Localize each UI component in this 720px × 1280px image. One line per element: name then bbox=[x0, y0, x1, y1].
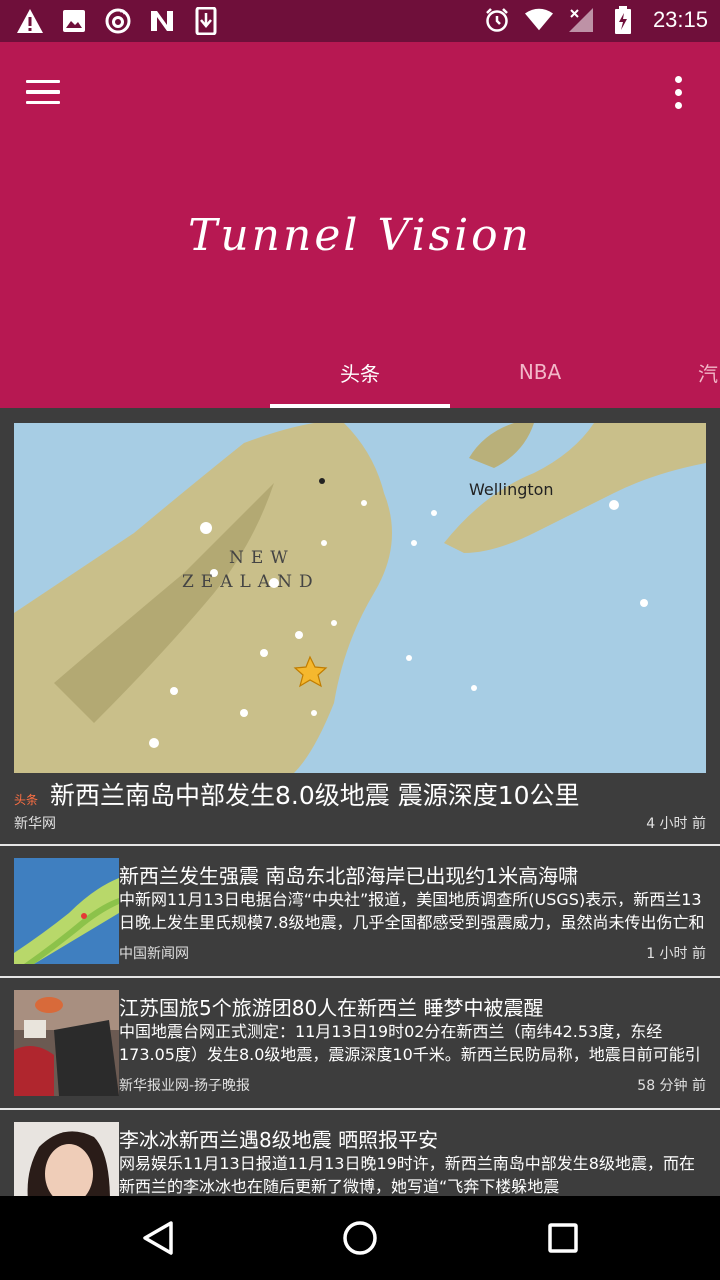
status-bar: 23:15 bbox=[0, 0, 720, 42]
item-title[interactable]: 李冰冰新西兰遇8级地震 晒照报平安 bbox=[119, 1124, 709, 1153]
overflow-menu-icon[interactable] bbox=[658, 70, 698, 114]
top-story-source: 新华网 bbox=[14, 816, 56, 832]
notification-icons bbox=[16, 7, 220, 35]
alarm-icon bbox=[483, 6, 511, 34]
wifi-icon bbox=[524, 6, 553, 34]
recents-icon[interactable] bbox=[541, 1216, 585, 1260]
item-time: 1 小时 前 bbox=[646, 946, 706, 962]
tab-headlines[interactable]: 头条 bbox=[270, 336, 450, 408]
tab-nba[interactable]: NBA bbox=[450, 336, 630, 408]
item-summary: 网易娱乐11月13日报道11月13日晚19时许，新西兰南岛中部发生8级地震，而在… bbox=[119, 1154, 695, 1196]
signal-icon bbox=[567, 6, 595, 34]
top-story-title[interactable]: 新西兰南岛中部发生8.0级地震 震源深度10公里 bbox=[50, 776, 580, 812]
news-feed[interactable]: NEW ZEALAND Wellington 头条 新西兰南岛中部发生8.0级地… bbox=[0, 408, 720, 1196]
category-tabs: 头条 NBA 汽 bbox=[0, 336, 720, 408]
item-thumbnail-map bbox=[14, 858, 119, 964]
item-summary: 中国地震台网正式测定：11月13日19时02分在新西兰（南纬42.53度，东经1… bbox=[119, 1022, 701, 1064]
system-icons: 23:15 bbox=[483, 6, 708, 34]
item-source: 新华报业网-扬子晚报 bbox=[119, 1078, 251, 1094]
earthquake-map-image: NEW ZEALAND Wellington bbox=[14, 423, 706, 773]
item-time: 58 分钟 前 bbox=[637, 1078, 706, 1094]
list-item[interactable]: 江苏国旅5个旅游团80人在新西兰 睡梦中被震醒 中国地震台网正式测定：11月13… bbox=[0, 978, 720, 1108]
battery-charging-icon bbox=[609, 6, 637, 34]
app-brand: Tunnel Vision bbox=[187, 210, 532, 261]
app-bar: Tunnel Vision 头条 NBA 汽 bbox=[0, 42, 720, 408]
tab-auto[interactable]: 汽 bbox=[630, 336, 720, 408]
headline-tag: 头条 bbox=[14, 793, 39, 807]
list-item[interactable]: 李冰冰新西兰遇8级地震 晒照报平安 网易娱乐11月13日报道11月13日晚19时… bbox=[0, 1110, 720, 1196]
back-icon[interactable] bbox=[136, 1216, 180, 1260]
item-thumbnail-photo bbox=[14, 990, 119, 1096]
image-icon bbox=[60, 7, 88, 35]
item-summary: 中新网11月13日电据台湾“中央社”报道，美国地质调查所(USGS)表示，新西兰… bbox=[119, 890, 705, 932]
clock: 23:15 bbox=[652, 7, 708, 32]
download-icon bbox=[192, 7, 220, 35]
item-source: 中国新闻网 bbox=[119, 946, 189, 962]
list-item[interactable]: 新西兰发生强震 南岛东北部海岸已出现约1米高海啸 中新网11月13日电据台湾“中… bbox=[0, 846, 720, 976]
netease-music-icon bbox=[104, 7, 132, 35]
system-nav-bar bbox=[0, 1196, 720, 1280]
news-app-icon bbox=[148, 7, 176, 35]
item-title[interactable]: 江苏国旅5个旅游团80人在新西兰 睡梦中被震醒 bbox=[119, 992, 709, 1021]
home-icon[interactable] bbox=[338, 1216, 382, 1260]
svg-text:NEW: NEW bbox=[229, 548, 295, 568]
svg-text:Wellington: Wellington bbox=[469, 480, 554, 499]
item-title[interactable]: 新西兰发生强震 南岛东北部海岸已出现约1米高海啸 bbox=[119, 860, 709, 889]
top-story-card[interactable]: NEW ZEALAND Wellington 头条 新西兰南岛中部发生8.0级地… bbox=[0, 408, 720, 844]
warning-icon bbox=[16, 7, 44, 35]
top-story-time: 4 小时 前 bbox=[646, 816, 706, 832]
hamburger-menu-icon[interactable] bbox=[26, 70, 70, 114]
svg-text:ZEALAND: ZEALAND bbox=[182, 572, 320, 592]
item-thumbnail-portrait bbox=[14, 1122, 119, 1196]
